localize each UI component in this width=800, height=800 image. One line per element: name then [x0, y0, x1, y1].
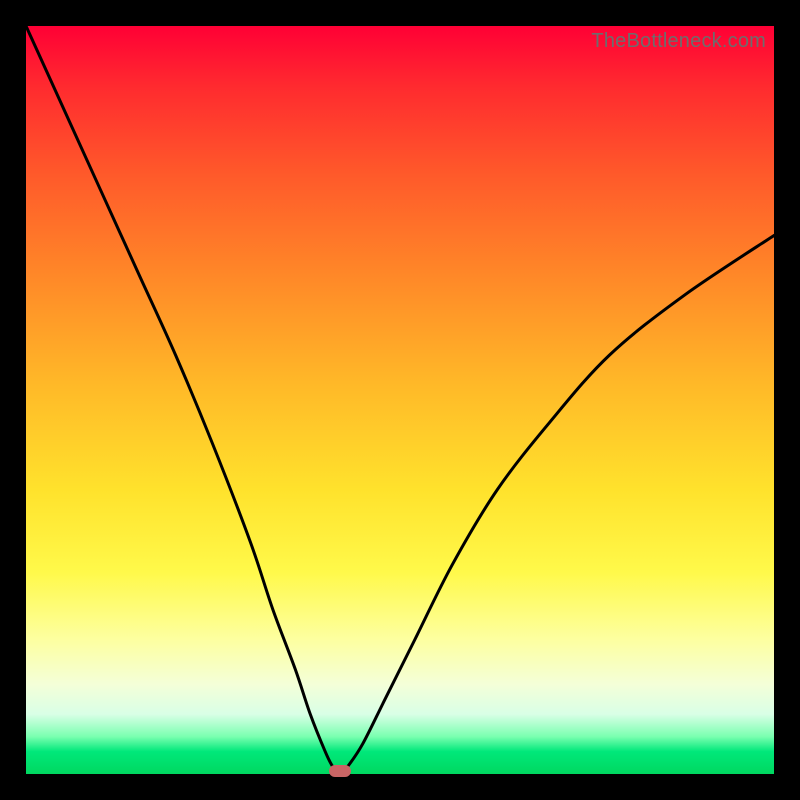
curve-svg [26, 26, 774, 774]
optimal-marker [329, 765, 351, 777]
plot-area: TheBottleneck.com [26, 26, 774, 774]
chart-frame: TheBottleneck.com [0, 0, 800, 800]
bottleneck-curve [26, 26, 774, 774]
